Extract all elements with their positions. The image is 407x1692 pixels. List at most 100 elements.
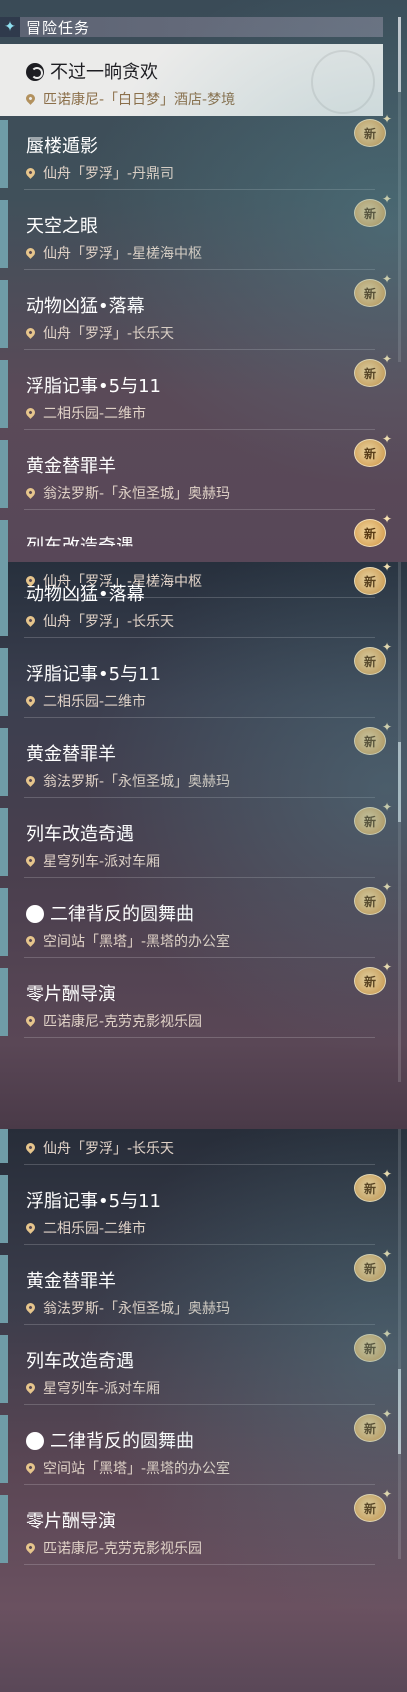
divider [24,189,375,190]
quest-panel-2: 天空之眼 仙舟「罗浮」-星槎海中枢 动物凶猛•落幕 仙舟「罗浮」-长乐天 新 浮… [0,562,407,1129]
quest-title: 不过一晌贪欢 [50,62,158,83]
quest-location: 翁法罗斯-「永恒圣城」奥赫玛 [43,1301,231,1317]
quest-item[interactable]: 黄金替罪羊 翁法罗斯-「永恒圣城」奥赫玛 新 [0,1247,392,1325]
quest-item[interactable]: 黄金替罪羊 翁法罗斯-「永恒圣城」奥赫玛 新 [0,432,392,510]
new-badge: 新 [354,1327,392,1362]
location-pin-icon [24,1300,37,1314]
new-badge: 新 [354,192,392,227]
quest-item[interactable]: 蜃楼遁影 仙舟「罗浮」-丹鼎司 新 [0,112,392,190]
location-pin-icon [24,165,37,179]
new-badge: 新 [354,800,392,835]
accent-bar [0,360,8,428]
quest-item-partial[interactable]: 列车改造奇遇 新 [0,512,392,562]
quest-location: 二相乐园-二维市 [43,1221,147,1237]
quest-item[interactable]: 二律背反的圆舞曲 空间站「黑塔」-黑塔的办公室 新 [0,880,392,958]
quest-location: 仙舟「罗浮」-丹鼎司 [43,166,175,182]
accent-bar [0,1415,8,1483]
quest-item[interactable]: 黄金替罪羊 翁法罗斯-「永恒圣城」奥赫玛 新 [0,720,392,798]
quest-location: 二相乐园-二维市 [43,694,147,710]
divider [24,1484,375,1485]
quest-panel-3: 仙舟「罗浮」-长乐天 浮脂记事•5与11 二相乐园-二维市 新 黄金替罪羊 翁法… [0,1129,407,1692]
quest-item[interactable]: 二律背反的圆舞曲 空间站「黑塔」-黑塔的办公室 新 [0,1407,392,1485]
scrollbar[interactable] [398,17,401,362]
divider [24,637,375,638]
location-pin-icon [24,485,37,499]
divider [24,1244,375,1245]
companion-quest-icon [26,905,44,923]
accent-bar [0,648,8,716]
location-pin-icon [24,325,37,339]
quest-item[interactable]: 动物凶猛•落幕 仙舟「罗浮」-长乐天 新 [0,562,392,638]
new-badge: 新 [354,960,392,995]
divider [24,957,375,958]
accent-bar [0,440,8,508]
divider [24,509,375,510]
divider [24,269,375,270]
new-badge: 新 [354,1167,392,1202]
location-pin-icon [24,1220,37,1234]
quest-item[interactable]: 动物凶猛•落幕 仙舟「罗浮」-长乐天 新 [0,272,392,350]
quest-item-partial[interactable]: 仙舟「罗浮」-长乐天 [0,1129,385,1165]
scrollbar[interactable] [398,562,401,1082]
quest-panel-1: ✦ 冒险任务 不过一晌贪欢 匹诺康尼-「白日梦」酒店-梦境 蜃楼遁影 仙舟「罗浮… [0,0,407,562]
quest-item[interactable]: 零片酬导演 匹诺康尼-克劳克影视乐园 新 [0,960,392,1038]
new-badge: 新 [354,562,392,595]
quest-location: 翁法罗斯-「永恒圣城」奥赫玛 [43,486,231,502]
accent-bar [0,520,8,562]
quest-title: 浮脂记事•5与11 [26,376,161,397]
divider [24,797,375,798]
quest-title: 列车改造奇遇 [26,536,134,557]
quest-location: 匹诺康尼-「白日梦」酒店-梦境 [43,92,236,108]
location-pin-icon [24,1380,37,1394]
quest-title: 蜃楼遁影 [26,136,98,157]
accent-bar [0,808,8,876]
divider [24,349,375,350]
new-badge: 新 [354,1407,392,1442]
quest-item[interactable]: 浮脂记事•5与11 二相乐园-二维市 新 [0,352,392,430]
location-pin-icon [24,773,37,787]
scrollbar[interactable] [398,1129,401,1559]
quest-title: 天空之眼 [26,216,98,237]
quest-title: 浮脂记事•5与11 [26,664,161,685]
companion-quest-icon [26,1432,44,1450]
accent-bar [0,1129,8,1163]
scrollbar-thumb[interactable] [398,742,401,822]
location-pin-icon [24,405,37,419]
accent-bar [0,1255,8,1323]
quest-location: 匹诺康尼-克劳克影视乐园 [43,1541,203,1557]
quest-title: 零片酬导演 [26,1511,116,1532]
accent-bar [0,1175,8,1243]
divider [24,1564,375,1565]
accent-bar [0,1495,8,1563]
quest-item[interactable]: 浮脂记事•5与11 二相乐园-二维市 新 [0,1167,392,1245]
location-pin-icon [24,853,37,867]
quest-location: 空间站「黑塔」-黑塔的办公室 [43,1461,231,1477]
quest-item[interactable]: 列车改造奇遇 星穹列车-派对车厢 新 [0,800,392,878]
new-badge: 新 [354,640,392,675]
new-badge: 新 [354,432,392,467]
accent-bar [0,280,8,348]
divider [24,429,375,430]
quest-title: 列车改造奇遇 [26,824,134,845]
scrollbar-thumb[interactable] [398,1369,401,1454]
section-header: ✦ 冒险任务 [0,17,383,37]
quest-title: 动物凶猛•落幕 [26,584,145,605]
quest-item[interactable]: 天空之眼 仙舟「罗浮」-星槎海中枢 新 [0,192,392,270]
quest-item[interactable]: 列车改造奇遇 星穹列车-派对车厢 新 [0,1327,392,1405]
quest-item-selected[interactable]: 不过一晌贪欢 匹诺康尼-「白日梦」酒店-梦境 [0,44,383,116]
divider [24,877,375,878]
new-badge: 新 [354,1487,392,1522]
accent-bar [0,888,8,956]
quest-item[interactable]: 零片酬导演 匹诺康尼-克劳克影视乐园 新 [0,1487,392,1565]
quest-location: 匹诺康尼-克劳克影视乐园 [43,1014,203,1030]
quest-location: 翁法罗斯-「永恒圣城」奥赫玛 [43,774,231,790]
location-pin-icon [24,1460,37,1474]
new-badge: 新 [354,512,392,547]
location-pin-icon [24,1540,37,1554]
accent-bar [0,200,8,268]
scrollbar-thumb[interactable] [398,17,401,92]
quest-location: 星穹列车-派对车厢 [43,854,161,870]
quest-title: 浮脂记事•5与11 [26,1191,161,1212]
new-badge: 新 [354,272,392,307]
quest-item[interactable]: 浮脂记事•5与11 二相乐园-二维市 新 [0,640,392,718]
